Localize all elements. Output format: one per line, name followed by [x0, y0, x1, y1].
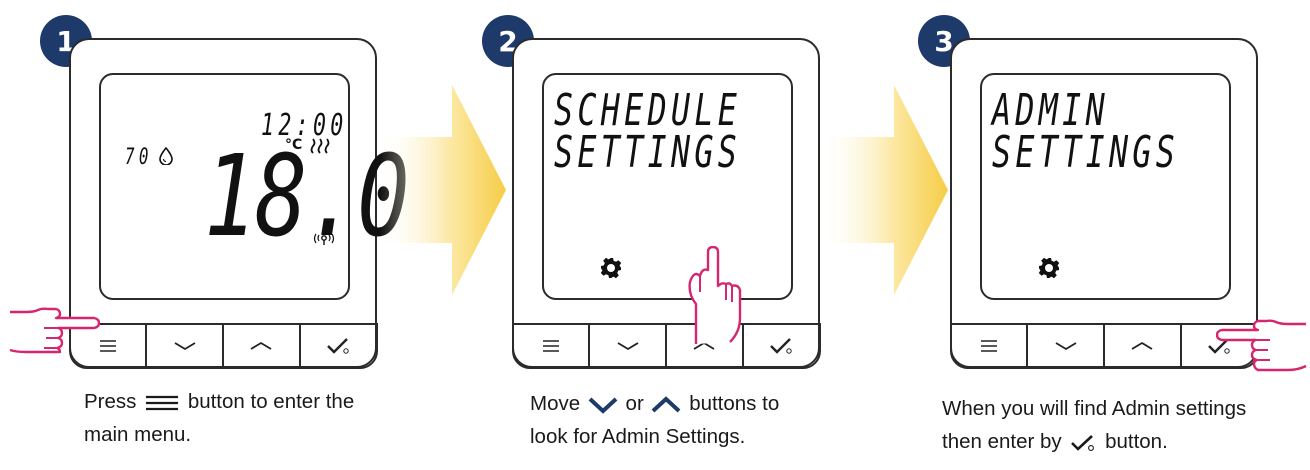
chevron-down-icon: [174, 341, 196, 350]
up-button[interactable]: [222, 324, 299, 367]
menu-icon: [980, 339, 997, 352]
chevron-down-icon: [1055, 341, 1077, 350]
display-line-2: SETTINGS: [554, 127, 742, 178]
up-button[interactable]: [1103, 324, 1180, 367]
menu-icon: [146, 395, 179, 410]
hand-pointer-icon: [9, 307, 100, 354]
step-caption: When you will find Admin settings then e…: [942, 392, 1246, 458]
menu-icon: [542, 339, 559, 352]
menu-button[interactable]: [514, 325, 589, 367]
lcd-screen: SCHEDULE SETTINGS: [542, 73, 793, 300]
caption-pre: Press: [84, 390, 137, 413]
check-power-icon: [1071, 434, 1095, 451]
gear-icon: [600, 257, 622, 279]
button-row: [68, 322, 378, 369]
lcd-screen: 12:00 70 °C 18.0: [99, 73, 410, 300]
step-caption: Move or buttons to look for Admin Settin…: [530, 387, 779, 453]
caption-pre: Move: [530, 392, 581, 415]
chevron-down-icon: [617, 341, 639, 350]
check-power-icon: [327, 337, 349, 354]
check-power-icon: [770, 337, 792, 354]
step-1: 1 12:00 70 °C 18.0 Press button to enter…: [0, 0, 440, 470]
step-caption: Press button to enter the main menu.: [84, 385, 354, 451]
caption-post: buttons to: [689, 392, 780, 415]
wireless-icon: [313, 233, 335, 245]
down-button[interactable]: [145, 324, 222, 367]
chevron-up-icon: [652, 395, 681, 413]
caption-line2: main menu.: [84, 423, 192, 446]
lcd-screen: ADMIN SETTINGS: [980, 73, 1231, 300]
caption-mid: or: [625, 392, 644, 415]
caption-post: button to enter the: [187, 390, 355, 413]
caption-line1: When you will find Admin settings: [942, 397, 1247, 420]
button-row: [949, 322, 1259, 369]
down-button[interactable]: [1026, 324, 1103, 367]
temperature-display: 18.0: [204, 132, 410, 262]
humidity-drop-icon: [159, 147, 173, 165]
confirm-button[interactable]: [298, 324, 376, 367]
display-line-2: SETTINGS: [992, 127, 1180, 178]
button-row: [511, 322, 821, 369]
down-button[interactable]: [588, 324, 665, 367]
caption-post: button.: [1105, 430, 1168, 453]
caption-line2: look for Admin Settings.: [530, 425, 746, 448]
chevron-down-icon: [588, 397, 618, 414]
menu-icon: [99, 339, 116, 352]
hand-pointer-icon: [1216, 319, 1307, 372]
caption-pre: then enter by: [942, 430, 1062, 453]
thermostat-device: ADMIN SETTINGS: [949, 38, 1259, 369]
step-3: 3 ADMIN SETTINGS When you will find Admi…: [870, 0, 1310, 470]
thermostat-device: SCHEDULE SETTINGS: [511, 38, 821, 369]
menu-button[interactable]: [952, 325, 1027, 367]
step-2: 2 SCHEDULE SETTINGS Move or buttons to l…: [440, 0, 880, 470]
chevron-up-icon: [250, 341, 272, 350]
confirm-button[interactable]: [741, 324, 819, 367]
gear-icon: [1038, 257, 1060, 279]
hand-pointer-icon: [688, 246, 742, 344]
chevron-up-icon: [1131, 341, 1153, 350]
humidity-display: 70: [125, 145, 153, 170]
thermostat-device: 12:00 70 °C 18.0: [68, 38, 410, 369]
